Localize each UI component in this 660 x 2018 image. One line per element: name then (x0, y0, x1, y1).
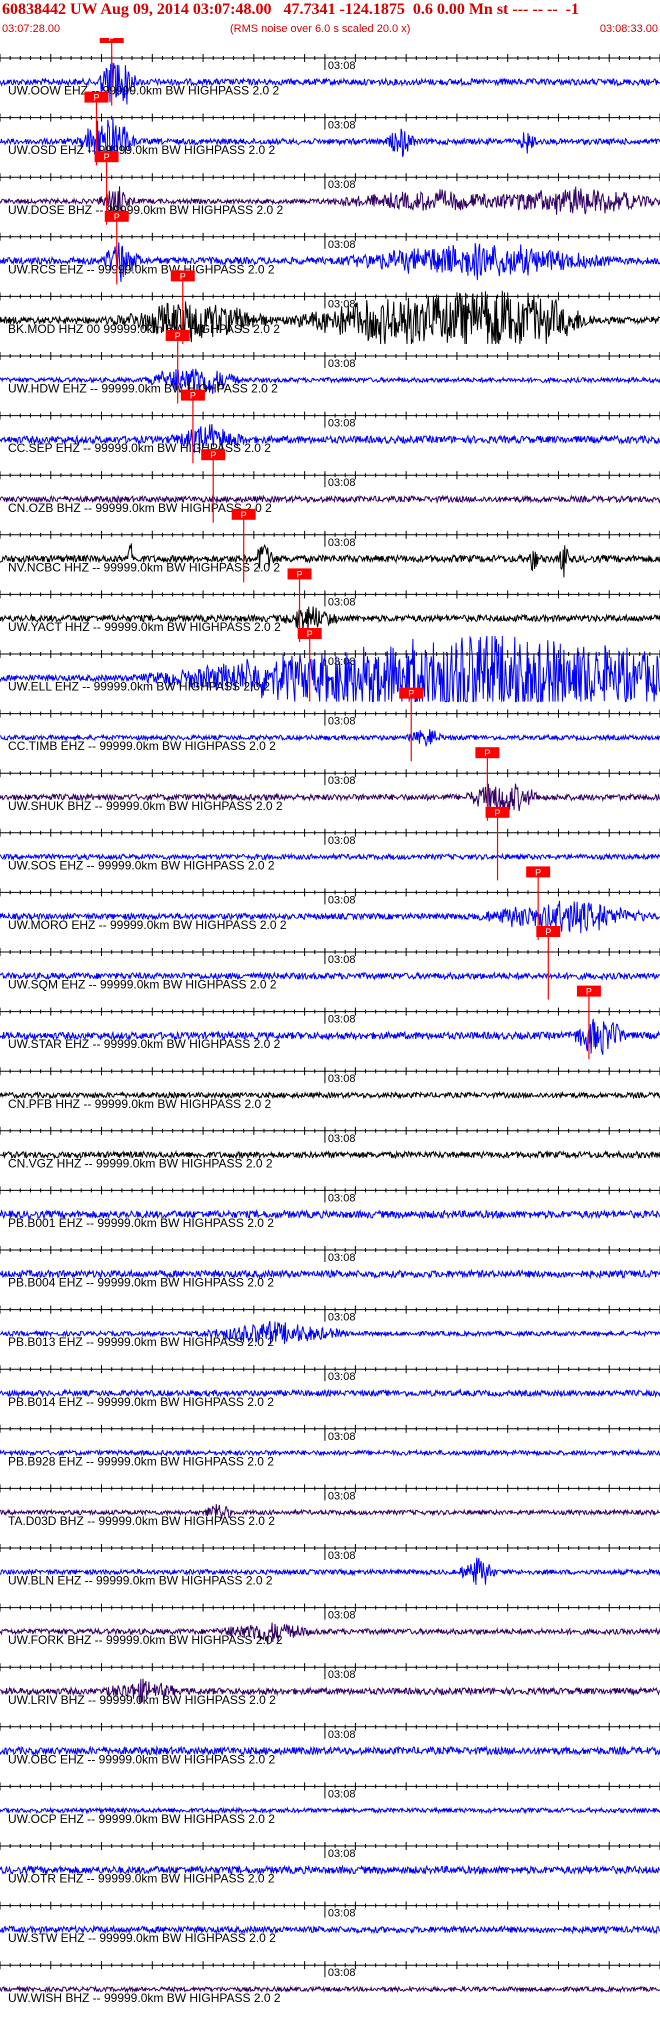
seismogram-plot: 03:08 UW.OOW EHZ -- 99999.0km BW HIGHPASS… (0, 32, 660, 2005)
pick-label: P (104, 152, 110, 162)
station-label: UW.WISH BHZ -- 99999.0km BW HIGHPASS 2.0… (8, 1991, 281, 2005)
minute-marker-label: 03:08 (328, 1908, 356, 1920)
minute-marker-label: 03:08 (328, 894, 356, 906)
pick-label: P (175, 331, 181, 341)
minute-marker-label: 03:08 (328, 1550, 356, 1562)
pick-label: P (93, 93, 99, 103)
minute-marker-label: 03:08 (328, 1192, 356, 1204)
pick-label: P (190, 391, 196, 401)
minute-marker-label: 03:08 (328, 60, 356, 72)
minute-marker-label: 03:08 (328, 537, 356, 549)
station-label: PB.B928 EHZ -- 99999.0km BW HIGHPASS 2.0… (8, 1454, 274, 1468)
station-label: UW.OTR EHZ -- 99999.0km BW HIGHPASS 2.0 … (8, 1872, 275, 1886)
station-label: UW.DOSE BHZ -- 99999.0km BW HIGHPASS 2.0… (8, 203, 284, 217)
station-label: PB.B013 EHZ -- 99999.0km BW HIGHPASS 2.0… (8, 1335, 274, 1349)
station-label: UW.SOS EHZ -- 99999.0km BW HIGHPASS 2.0 … (8, 858, 275, 872)
minute-marker-label: 03:08 (328, 1252, 356, 1264)
minute-marker-label: 03:08 (328, 1371, 356, 1383)
pick-label: P (114, 212, 120, 222)
minute-marker-label: 03:08 (328, 1073, 356, 1085)
station-label: NV.NCBC HHZ -- 99999.0km BW HIGHPASS 2.0… (8, 560, 280, 574)
station-label: UW.RCS EHZ -- 99999.0km BW HIGHPASS 2.0 … (8, 262, 275, 276)
station-label: UW.OBC EHZ -- 99999.0km BW HIGHPASS 2.0 … (8, 1752, 276, 1766)
station-label: UW.HDW EHZ -- 99999.0km BW HIGHPASS 2.0 … (8, 382, 278, 396)
station-label: PB.B014 EHZ -- 99999.0km BW HIGHPASS 2.0… (8, 1395, 274, 1409)
station-label: UW.STAR EHZ -- 99999.0km BW HIGHPASS 2.0… (8, 1037, 281, 1051)
minute-marker-label: 03:08 (328, 775, 356, 787)
station-label: BK.MOD HHZ 00 99999.0km BW HIGHPASS 2.0 … (8, 322, 280, 336)
minute-marker-label: 03:08 (328, 1788, 356, 1800)
station-label: UW.FORK BHZ -- 99999.0km BW HIGHPASS 2.0… (8, 1633, 283, 1647)
station-label: TA.D03D BHZ -- 99999.0km BW HIGHPASS 2.0… (8, 1514, 275, 1528)
station-label: CN.PFB HHZ -- 99999.0km BW HIGHPASS 2.0 … (8, 1097, 272, 1111)
station-label: UW.OSD EHZ -- 99999.0km BW HIGHPASS 2.0 … (8, 143, 276, 157)
minute-marker-label: 03:08 (328, 358, 356, 370)
minute-marker-label: 03:08 (328, 1490, 356, 1502)
minute-marker-label: 03:08 (328, 596, 356, 608)
pick-label: P (495, 808, 501, 818)
pick-label: P (210, 450, 216, 460)
scale-note: (RMS noise over 6.0 s scaled 20.0 x) (230, 23, 411, 35)
minute-marker-label: 03:08 (328, 120, 356, 132)
minute-marker-label: 03:08 (328, 239, 356, 251)
station-label: CC.TIMB EHZ -- 99999.0km BW HIGHPASS 2.0… (8, 739, 276, 753)
pick-label: P (408, 689, 414, 699)
pick-label: P (241, 510, 247, 520)
event-title: 60838442 UW Aug 09, 2014 03:07:48.00 47.… (2, 1, 579, 18)
minute-marker-label: 03:08 (328, 835, 356, 847)
pick-label: P (307, 629, 313, 639)
end-time-label: 03:08:33.00 (599, 23, 658, 35)
station-label: UW.STW EHZ -- 99999.0km BW HIGHPASS 2.0 … (8, 1931, 276, 1945)
pick-label: P (545, 927, 551, 937)
station-label: PB.B004 EHZ -- 99999.0km BW HIGHPASS 2.0… (8, 1276, 274, 1290)
station-label: CC.SEP EHZ -- 99999.0km BW HIGHPASS 2.0 … (8, 441, 271, 455)
minute-marker-label: 03:08 (328, 716, 356, 728)
minute-marker-label: 03:08 (328, 1312, 356, 1324)
minute-marker-label: 03:08 (328, 1610, 356, 1622)
pick-label: P (586, 987, 592, 997)
minute-marker-label: 03:08 (328, 1967, 356, 1979)
minute-marker-label: 03:08 (328, 1133, 356, 1145)
minute-marker-label: 03:08 (328, 477, 356, 489)
station-label: UW.MORO EHZ -- 99999.0km BW HIGHPASS 2.0… (8, 918, 287, 932)
pick-label: P (180, 271, 186, 281)
station-label: UW.YACT HHZ -- 99999.0km BW HIGHPASS 2.0… (8, 620, 281, 634)
minute-marker-label: 03:08 (328, 179, 356, 191)
minute-marker-label: 03:08 (328, 1729, 356, 1741)
minute-marker-label: 03:08 (328, 1431, 356, 1443)
minute-marker-label: 03:08 (328, 954, 356, 966)
station-label: UW.OCP EHZ -- 99999.0km BW HIGHPASS 2.0 … (8, 1812, 275, 1826)
pick-label: P (535, 867, 541, 877)
header: 60838442 UW Aug 09, 2014 03:07:48.00 47.… (0, 0, 660, 38)
station-label: UW.LRIV BHZ -- 99999.0km BW HIGHPASS 2.0… (8, 1693, 276, 1707)
station-label: UW.OOW EHZ -- 99999.0km BW HIGHPASS 2.0 … (8, 84, 279, 98)
pick-label: P (484, 748, 490, 758)
station-label: CN.VGZ HHZ -- 99999.0km BW HIGHPASS 2.0 … (8, 1156, 273, 1170)
station-label: UW.SHUK BHZ -- 99999.0km BW HIGHPASS 2.0… (8, 799, 283, 813)
minute-marker-label: 03:08 (328, 1014, 356, 1026)
minute-marker-label: 03:08 (328, 1848, 356, 1860)
station-label: PB.B001 EHZ -- 99999.0km BW HIGHPASS 2.0… (8, 1216, 274, 1230)
minute-marker-label: 03:08 (328, 1669, 356, 1681)
start-time-label: 03:07:28.00 (2, 23, 61, 35)
minute-marker-label: 03:08 (328, 418, 356, 430)
station-label: UW.ELL EHZ -- 99999.0km BW HIGHPASS 2.0 … (8, 680, 270, 694)
station-label: UW.SQM EHZ -- 99999.0km BW HIGHPASS 2.0 … (8, 978, 277, 992)
pick-label: P (297, 569, 303, 579)
station-label: UW.BLN EHZ -- 99999.0km BW HIGHPASS 2.0 … (8, 1574, 273, 1588)
